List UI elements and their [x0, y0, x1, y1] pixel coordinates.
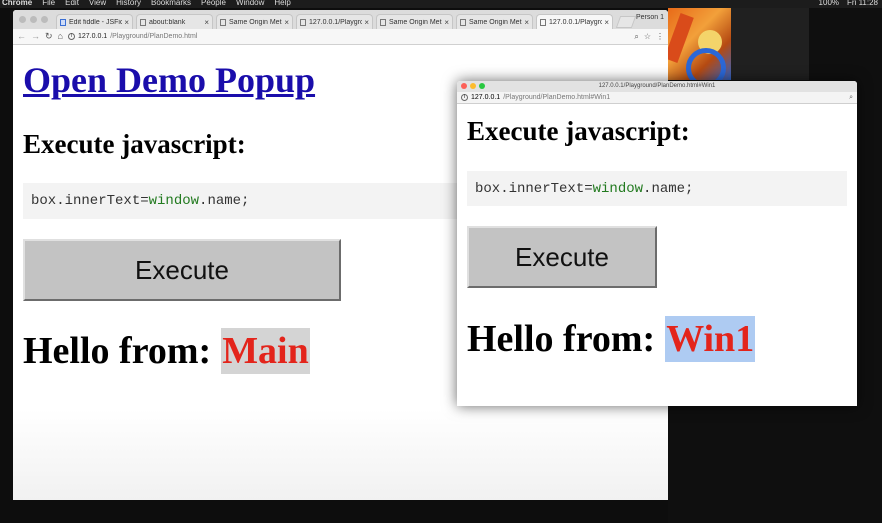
popup-code-input[interactable]: box.innerText= window .name; [467, 171, 847, 206]
zoom-icon[interactable]: ⌕ [849, 94, 853, 102]
popup-address-bar[interactable]: i 127.0.0.1/Playground/PlanDemo.html#Win… [457, 92, 857, 104]
tab-label: Same Origin Method [389, 18, 442, 26]
menu-history[interactable]: History [116, 0, 141, 7]
tab-playground-active[interactable]: 127.0.0.1/Playground × [536, 14, 613, 29]
code-keyword: window [592, 180, 644, 197]
desktop-bottom [13, 500, 668, 523]
menu-edit[interactable]: Edit [65, 0, 79, 7]
menu-view[interactable]: View [89, 0, 106, 7]
tab-same-origin-3[interactable]: Same Origin Method × [456, 14, 533, 29]
open-demo-popup-link[interactable]: Open Demo Popup [23, 59, 315, 101]
popup-zoom-button[interactable] [479, 83, 485, 89]
back-arrow-icon[interactable]: ← [17, 32, 26, 41]
zoom-window-button[interactable] [41, 16, 48, 23]
popup-title-bar: 127.0.0.1/Playground/PlanDemo.html#Win1 [457, 81, 857, 92]
menu-file[interactable]: File [42, 0, 55, 7]
bookmark-star-icon[interactable]: ☆ [644, 32, 651, 41]
zoom-icon[interactable]: ⌕ [634, 32, 638, 42]
new-tab-button[interactable] [615, 16, 637, 28]
popup-page-content: Execute javascript: box.innerText= window… [457, 116, 857, 362]
tab-jsfiddle[interactable]: Edit fiddle - JSFiddle × [56, 14, 133, 29]
tab-same-origin-2[interactable]: Same Origin Method × [376, 14, 453, 29]
hello-label: Hello from: [467, 318, 656, 360]
reload-icon[interactable]: ↻ [45, 32, 53, 41]
close-tab-icon[interactable]: × [604, 18, 609, 27]
address-bar[interactable]: i 127.0.0.1/Playground/PlanDemo.html [67, 31, 629, 42]
home-icon[interactable]: ⌂ [58, 32, 63, 41]
code-keyword: window [148, 193, 200, 209]
tab-about-blank[interactable]: about:blank × [136, 14, 213, 29]
address-path: /Playground/PlanDemo.html [110, 33, 198, 40]
tab-label: Same Origin Method [229, 18, 282, 26]
popup-minimize-button[interactable] [470, 83, 476, 89]
close-tab-icon[interactable]: × [364, 18, 369, 27]
code-suffix: .name; [643, 180, 694, 197]
execute-button[interactable]: Execute [23, 239, 341, 301]
menu-bookmarks[interactable]: Bookmarks [151, 0, 191, 7]
minimize-window-button[interactable] [30, 16, 37, 23]
page-icon [380, 18, 386, 26]
code-prefix: box.innerText= [475, 180, 593, 197]
popup-close-button[interactable] [461, 83, 467, 89]
tab-label: about:blank [149, 18, 186, 26]
page-icon [460, 18, 466, 26]
hello-label: Hello from: [23, 330, 212, 372]
close-tab-icon[interactable]: × [204, 18, 209, 27]
close-window-button[interactable] [19, 16, 26, 23]
popup-hello-output: Hello from: Win1 [467, 316, 847, 362]
background-window-thumbnail [668, 8, 731, 80]
popup-address-path: /Playground/PlanDemo.html#Win1 [503, 94, 611, 101]
battery-level[interactable]: 100% [819, 0, 839, 7]
close-tab-icon[interactable]: × [444, 18, 449, 27]
menu-people[interactable]: People [201, 0, 226, 7]
browser-toolbar: ← → ↻ ⌂ i 127.0.0.1/Playground/PlanDemo.… [13, 29, 668, 45]
close-tab-icon[interactable]: × [524, 18, 529, 27]
tab-label: Edit fiddle - JSFiddle [69, 18, 122, 26]
page-icon [540, 18, 546, 26]
tab-bar: Edit fiddle - JSFiddle × about:blank × S… [13, 10, 668, 29]
tab-label: 127.0.0.1/Playground [309, 18, 362, 26]
code-prefix: box.innerText= [31, 193, 149, 209]
address-host: 127.0.0.1 [77, 33, 108, 40]
popup-execute-button[interactable]: Execute [467, 226, 657, 288]
popup-window: 127.0.0.1/Playground/PlanDemo.html#Win1 … [457, 81, 857, 406]
popup-window-controls [461, 83, 485, 89]
tab-playground-1[interactable]: 127.0.0.1/Playground × [296, 14, 373, 29]
close-tab-icon[interactable]: × [284, 18, 289, 27]
close-tab-icon[interactable]: × [124, 18, 129, 27]
page-icon [60, 18, 66, 26]
menubar-status-area: 100% Fri 11:28 [819, 0, 882, 7]
menu-kebab-icon[interactable]: ⋮ [656, 32, 664, 41]
tab-same-origin-1[interactable]: Same Origin Method × [216, 14, 293, 29]
profile-button[interactable]: Person 1 [636, 14, 664, 21]
macos-menu-bar: Chrome File Edit View History Bookmarks … [0, 0, 882, 8]
forward-arrow-icon[interactable]: → [31, 32, 40, 41]
tab-label: Same Origin Method [469, 18, 522, 26]
code-suffix: .name; [199, 193, 250, 209]
menubar-clock[interactable]: Fri 11:28 [847, 0, 878, 7]
menu-window[interactable]: Window [236, 0, 264, 7]
popup-title: 127.0.0.1/Playground/PlanDemo.html#Win1 [598, 83, 716, 89]
page-icon [140, 18, 146, 26]
hello-value-box: Win1 [665, 316, 756, 362]
site-info-icon[interactable]: i [67, 33, 75, 40]
popup-address-host: 127.0.0.1 [471, 94, 501, 101]
page-icon [300, 18, 306, 26]
window-controls [13, 16, 56, 29]
hello-value-box: Main [221, 328, 310, 374]
menu-help[interactable]: Help [274, 0, 290, 7]
tab-label: 127.0.0.1/Playground [549, 18, 602, 26]
page-icon [220, 18, 226, 26]
popup-execute-javascript-heading: Execute javascript: [467, 116, 690, 146]
background-dark-window [731, 8, 809, 80]
menu-app-name[interactable]: Chrome [2, 0, 32, 7]
site-info-icon[interactable]: i [461, 94, 468, 101]
